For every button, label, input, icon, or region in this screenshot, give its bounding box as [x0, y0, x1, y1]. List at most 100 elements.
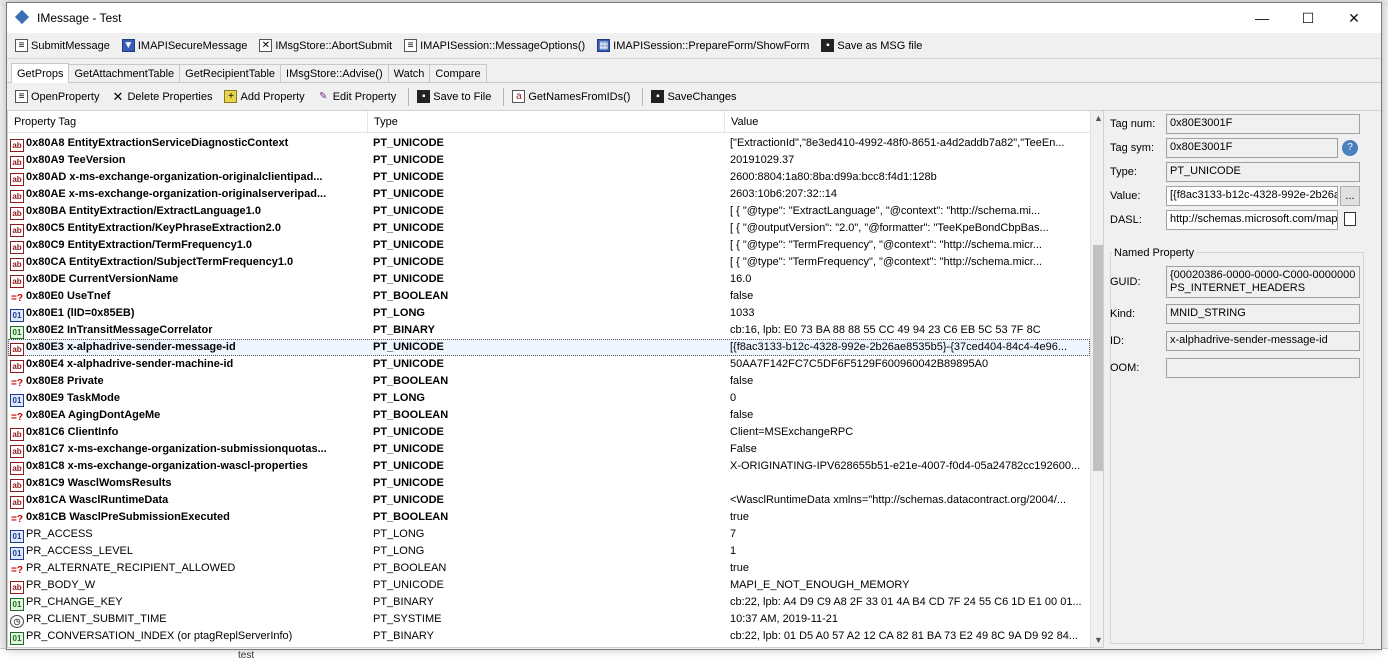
- table-row[interactable]: ab 0x81C6 ClientInfo PT_UNICODE Client=MSEx…: [8, 424, 1090, 441]
- type-cell: PT_UNICODE: [373, 460, 444, 472]
- minimize-button[interactable]: —: [1239, 3, 1285, 33]
- table-row[interactable]: 01 PR_ACCESS_LEVEL PT_LONG 1: [8, 543, 1090, 560]
- message-options-button[interactable]: ≡ IMAPISession::MessageOptions(): [400, 35, 589, 57]
- table-row[interactable]: =? 0x80E0 UseTnef PT_BOOLEAN false: [8, 288, 1090, 305]
- tab-compare[interactable]: Compare: [429, 64, 487, 82]
- type-cell: PT_BOOLEAN: [373, 562, 447, 574]
- column-header-value[interactable]: Value: [725, 111, 1090, 133]
- copy-icon[interactable]: [1340, 210, 1360, 230]
- help-icon[interactable]: ?: [1340, 138, 1360, 158]
- table-row[interactable]: ab PR_BODY_W PT_UNICODE MAPI_E_NOT_ENOUGH_M…: [8, 577, 1090, 594]
- delete-properties-button[interactable]: ✕ Delete Properties: [107, 86, 216, 108]
- time-type-icon: ◷: [10, 615, 24, 628]
- close-button[interactable]: ✕: [1331, 3, 1377, 33]
- tab-getrecipienttable[interactable]: GetRecipientTable: [179, 64, 282, 82]
- label: GetNamesFromIDs(): [528, 90, 631, 103]
- value-cell: MAPI_E_NOT_ENOUGH_MEMORY: [730, 579, 910, 591]
- string-type-icon: ab: [10, 207, 24, 220]
- boolean-type-icon: =?: [11, 565, 23, 576]
- value-cell: 2600:8804:1a80:8ba:d99a:bcc8:f4d1:128b: [730, 171, 937, 183]
- table-row[interactable]: ab 0x80E3 x-alphadrive-sender-message-id P…: [8, 339, 1090, 356]
- value-cell: [{f8ac3133-b12c-4328-992e-2b26ae8535b5}-…: [730, 341, 1068, 353]
- table-row[interactable]: 01 0x80E2 InTransitMessageCorrelator PT_BI…: [8, 322, 1090, 339]
- tag-num-label: Tag num:: [1110, 118, 1156, 130]
- tab-advise[interactable]: IMsgStore::Advise(): [280, 64, 389, 82]
- abort-submit-button[interactable]: ✕ IMsgStore::AbortSubmit: [255, 35, 396, 57]
- table-row[interactable]: ab 0x80DE CurrentVersionName PT_UNICODE 16.…: [8, 271, 1090, 288]
- table-row[interactable]: ab 0x80A8 EntityExtractionServiceDiagnost…: [8, 135, 1090, 152]
- property-tag-cell: 01 0x80E9 TaskMode: [10, 390, 364, 407]
- type-field[interactable]: PT_UNICODE: [1166, 162, 1360, 182]
- get-names-from-ids-button[interactable]: a GetNamesFromIDs(): [508, 86, 634, 108]
- table-row[interactable]: ab 0x80BA EntityExtraction/ExtractLanguag…: [8, 203, 1090, 220]
- table-row[interactable]: 01 0x80E9 TaskMode PT_LONG 0: [8, 390, 1090, 407]
- prepare-form-button[interactable]: ▦ IMAPISession::PrepareForm/ShowForm: [593, 35, 813, 57]
- secure-message-button[interactable]: ▼ IMAPISecureMessage: [118, 35, 251, 57]
- guid-name: PS_INTERNET_HEADERS: [1170, 282, 1306, 294]
- save-to-file-button[interactable]: ▪ Save to File: [413, 86, 495, 108]
- table-row[interactable]: ab 0x81CA WasclRuntimeData PT_UNICODE <Wasc…: [8, 492, 1090, 509]
- value-field[interactable]: [{f8ac3133-b12c-4328-992e-2b26a: [1166, 186, 1338, 206]
- scroll-down-icon[interactable]: ▼: [1091, 633, 1103, 647]
- boolean-type-icon: =?: [11, 293, 23, 304]
- scrollbar-thumb[interactable]: [1093, 245, 1103, 471]
- guid-field[interactable]: {00020386-0000-0000-C000-0000000 PS_INTE…: [1166, 266, 1360, 298]
- string-type-icon: ab: [10, 173, 24, 186]
- table-row[interactable]: ab 0x80AD x-ms-exchange-organization-orig…: [8, 169, 1090, 186]
- column-header-property-tag[interactable]: Property Tag: [8, 111, 368, 133]
- table-row[interactable]: ab 0x80A9 TeeVersion PT_UNICODE 20191029.37: [8, 152, 1090, 169]
- table-row[interactable]: ab 0x80CA EntityExtraction/SubjectTermFre…: [8, 254, 1090, 271]
- string-type-icon: ab: [10, 258, 24, 271]
- string-type-icon: ab: [10, 581, 24, 594]
- delete-icon: ✕: [112, 88, 124, 104]
- table-row[interactable]: =? 0x81CB WasclPreSubmissionExecuted PT_BO…: [8, 509, 1090, 526]
- table-row[interactable]: 01 PR_CHANGE_KEY PT_BINARY cb:22, lpb: A4 D…: [8, 594, 1090, 611]
- maximize-button[interactable]: ☐: [1285, 3, 1331, 33]
- add-property-button[interactable]: + Add Property: [220, 86, 308, 108]
- property-tag-cell: =? 0x80E8 Private: [10, 373, 364, 390]
- property-tag-text: PR_CLIENT_SUBMIT_TIME: [26, 613, 167, 625]
- property-tag-text: PR_ALTERNATE_RECIPIENT_ALLOWED: [26, 562, 236, 574]
- id-field[interactable]: x-alphadrive-sender-message-id: [1166, 331, 1360, 351]
- value-edit-button[interactable]: ...: [1340, 186, 1360, 206]
- value-cell: cb:22, lpb: 01 D5 A0 57 A2 12 CA 82 81 B…: [730, 630, 1078, 642]
- table-row[interactable]: ab 0x80E4 x-alphadrive-sender-machine-id P…: [8, 356, 1090, 373]
- tab-watch[interactable]: Watch: [387, 64, 431, 82]
- property-tag-cell: ab 0x80C9 EntityExtraction/TermFrequency1…: [10, 237, 364, 254]
- tag-sym-field[interactable]: 0x80E3001F: [1166, 138, 1338, 158]
- table-row[interactable]: 01 PR_ACCESS PT_LONG 7: [8, 526, 1090, 543]
- type-cell: PT_UNICODE: [373, 222, 444, 234]
- open-property-button[interactable]: ≡ OpenProperty: [11, 86, 103, 108]
- string-type-icon: ab: [10, 156, 24, 169]
- table-row[interactable]: =? 0x80EA AgingDontAgeMe PT_BOOLEAN false: [8, 407, 1090, 424]
- table-row[interactable]: =? 0x80E8 Private PT_BOOLEAN false: [8, 373, 1090, 390]
- edit-property-button[interactable]: ✎ Edit Property: [313, 86, 401, 108]
- label: IMAPISession::MessageOptions(): [420, 39, 586, 52]
- tab-getprops[interactable]: GetProps: [11, 63, 70, 83]
- table-row[interactable]: ab 0x80AE x-ms-exchange-organization-orig…: [8, 186, 1090, 203]
- scroll-up-icon[interactable]: ▲: [1091, 111, 1103, 126]
- type-cell: PT_UNICODE: [373, 154, 444, 166]
- table-row[interactable]: ab 0x80C9 EntityExtraction/TermFrequency1…: [8, 237, 1090, 254]
- submit-message-button[interactable]: ≡ SubmitMessage: [11, 35, 114, 57]
- table-row[interactable]: 01 0x80E1 (lID=0x85EB) PT_LONG 1033: [8, 305, 1090, 322]
- title-bar[interactable]: IMessage - Test — ☐ ✕: [7, 3, 1381, 33]
- table-row[interactable]: 01 PR_CONVERSATION_INDEX (or ptagReplServ…: [8, 628, 1090, 645]
- save-changes-button[interactable]: ▪ SaveChanges: [647, 86, 740, 108]
- table-row[interactable]: ab 0x80C5 EntityExtraction/KeyPhraseExtra…: [8, 220, 1090, 237]
- table-row[interactable]: ab 0x81C9 WasclWomsResults PT_UNICODE: [8, 475, 1090, 492]
- table-row[interactable]: =? PR_ALTERNATE_RECIPIENT_ALLOWED PT_BOOLE…: [8, 560, 1090, 577]
- column-header-type[interactable]: Type: [368, 111, 725, 133]
- tag-num-field[interactable]: 0x80E3001F: [1166, 114, 1360, 134]
- table-row[interactable]: ◷ PR_CLIENT_SUBMIT_TIME PT_SYSTIME 10:37 AM…: [8, 611, 1090, 628]
- save-as-msg-button[interactable]: ▪ Save as MSG file: [817, 35, 926, 57]
- dasl-field[interactable]: http://schemas.microsoft.com/mapi: [1166, 210, 1338, 230]
- tab-getattachmenttable[interactable]: GetAttachmentTable: [68, 64, 181, 82]
- oom-field[interactable]: [1166, 358, 1360, 378]
- table-row[interactable]: ab 0x81C8 x-ms-exchange-organization-wasc…: [8, 458, 1090, 475]
- property-tag-text: 0x81C8 x-ms-exchange-organization-wascl-…: [26, 460, 308, 472]
- type-cell: PT_BINARY: [373, 630, 434, 642]
- kind-field[interactable]: MNID_STRING: [1166, 304, 1360, 324]
- vertical-scrollbar[interactable]: ▲ ▼: [1090, 111, 1103, 647]
- table-row[interactable]: ab 0x81C7 x-ms-exchange-organization-subm…: [8, 441, 1090, 458]
